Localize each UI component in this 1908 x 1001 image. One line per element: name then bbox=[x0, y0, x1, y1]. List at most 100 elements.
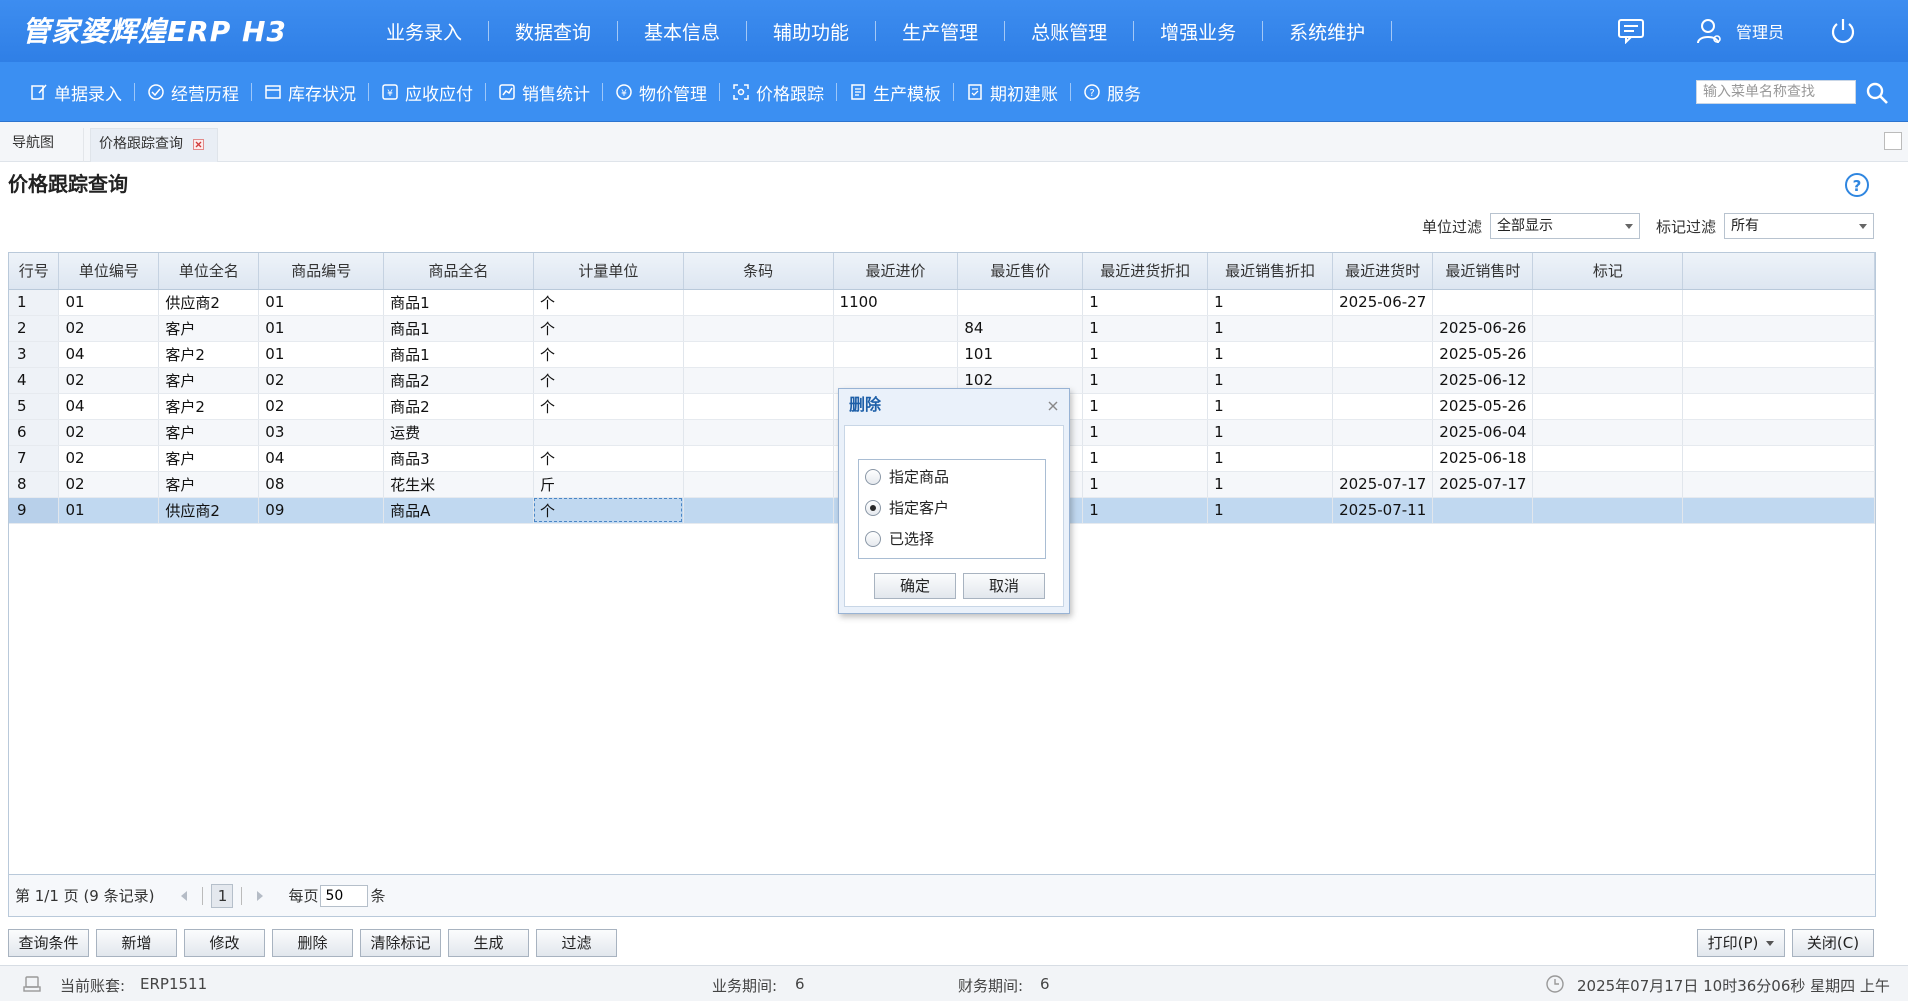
table-cell[interactable]: 04 bbox=[258, 445, 385, 472]
table-cell[interactable]: 84 bbox=[957, 315, 1084, 342]
column-header[interactable]: 标记 bbox=[1532, 253, 1684, 290]
chevron-down-icon[interactable] bbox=[1766, 941, 1775, 946]
main-nav-item-basic-info[interactable]: 基本信息 bbox=[618, 18, 746, 45]
column-header[interactable]: 最近进货时 bbox=[1332, 253, 1434, 290]
table-cell[interactable]: 运费 bbox=[383, 419, 534, 446]
row-number-cell[interactable]: 1 bbox=[9, 289, 60, 316]
main-nav-item-data-query[interactable]: 数据查询 bbox=[489, 18, 617, 45]
tool-production-template[interactable]: 生产模板 bbox=[837, 80, 953, 105]
table-cell[interactable]: 08 bbox=[258, 471, 385, 498]
message-icon[interactable] bbox=[1614, 14, 1648, 48]
filter-button[interactable]: 过滤 bbox=[536, 929, 617, 957]
column-header[interactable]: 最近进货折扣 bbox=[1082, 253, 1209, 290]
table-cell[interactable]: 1 bbox=[1082, 497, 1209, 524]
table-cell[interactable]: 商品2 bbox=[383, 367, 534, 394]
table-cell[interactable]: 02 bbox=[58, 367, 160, 394]
user-icon[interactable] bbox=[1692, 14, 1726, 48]
column-header[interactable]: 商品全名 bbox=[383, 253, 534, 290]
table-cell[interactable]: 02 bbox=[258, 367, 385, 394]
table-cell[interactable] bbox=[683, 341, 834, 368]
radio-selected[interactable]: 已选择 bbox=[865, 528, 934, 549]
table-row[interactable]: 1 01 供应商2 01 商品1 个 1100 1 1 2025-06-27 bbox=[9, 289, 1875, 316]
table-cell[interactable] bbox=[1332, 341, 1434, 368]
prev-page-icon[interactable] bbox=[176, 888, 192, 904]
table-cell[interactable] bbox=[1532, 341, 1684, 368]
table-cell[interactable]: 商品1 bbox=[383, 289, 534, 316]
close-icon[interactable] bbox=[193, 138, 205, 150]
table-cell[interactable] bbox=[683, 367, 834, 394]
table-cell[interactable] bbox=[1332, 315, 1434, 342]
column-header[interactable]: 单位编号 bbox=[58, 253, 160, 290]
table-cell[interactable]: 01 bbox=[258, 315, 385, 342]
tool-opening-ledger[interactable]: 期初建账 bbox=[954, 80, 1070, 105]
table-cell[interactable]: 02 bbox=[58, 471, 160, 498]
table-cell[interactable]: 个 bbox=[533, 445, 684, 472]
table-cell[interactable]: 客户 bbox=[158, 419, 260, 446]
table-cell[interactable] bbox=[683, 315, 834, 342]
table-cell[interactable]: 2025-05-26 bbox=[1432, 393, 1534, 420]
tool-price-management[interactable]: ¥ 物价管理 bbox=[603, 80, 719, 105]
table-cell[interactable]: 2025-06-18 bbox=[1432, 445, 1534, 472]
main-nav-item-production[interactable]: 生产管理 bbox=[876, 18, 1004, 45]
table-cell[interactable]: 1 bbox=[1207, 471, 1334, 498]
clear-marks-button[interactable]: 清除标记 bbox=[360, 929, 441, 957]
tool-document-entry[interactable]: 单据录入 bbox=[18, 80, 134, 105]
table-cell[interactable] bbox=[1332, 393, 1434, 420]
table-cell[interactable]: 1 bbox=[1207, 289, 1334, 316]
table-cell[interactable] bbox=[1682, 393, 1875, 420]
tool-inventory-status[interactable]: 库存状况 bbox=[252, 80, 368, 105]
table-cell[interactable]: 个 bbox=[533, 341, 684, 368]
table-cell[interactable]: 商品3 bbox=[383, 445, 534, 472]
table-cell[interactable]: 1 bbox=[1082, 445, 1209, 472]
table-cell[interactable]: 04 bbox=[58, 393, 160, 420]
table-cell[interactable]: 1100 bbox=[833, 289, 959, 316]
table-cell[interactable] bbox=[1532, 471, 1684, 498]
table-cell[interactable] bbox=[1532, 289, 1684, 316]
menu-search-input[interactable] bbox=[1696, 80, 1856, 104]
tool-receivable-payable[interactable]: ¥ 应收应付 bbox=[369, 80, 485, 105]
table-cell[interactable]: 1 bbox=[1082, 393, 1209, 420]
column-header[interactable]: 行号 bbox=[9, 253, 60, 290]
table-cell[interactable]: 商品1 bbox=[383, 341, 534, 368]
column-header[interactable]: 计量单位 bbox=[533, 253, 684, 290]
print-button[interactable]: 打印(P) bbox=[1697, 929, 1785, 957]
dialog-title-bar[interactable]: 删除 bbox=[839, 389, 1069, 423]
table-cell[interactable]: 1 bbox=[1207, 445, 1334, 472]
table-cell[interactable]: 商品2 bbox=[383, 393, 534, 420]
table-cell[interactable] bbox=[683, 419, 834, 446]
table-cell[interactable] bbox=[683, 497, 834, 524]
table-cell[interactable]: 02 bbox=[58, 419, 160, 446]
per-page-input[interactable] bbox=[320, 884, 369, 907]
table-cell[interactable]: 2025-07-17 bbox=[1432, 471, 1534, 498]
column-header[interactable]: 商品编号 bbox=[258, 253, 385, 290]
column-header[interactable]: 最近销售时 bbox=[1432, 253, 1534, 290]
table-cell[interactable] bbox=[1432, 497, 1534, 524]
table-cell[interactable]: 1 bbox=[1207, 497, 1334, 524]
mark-filter-select[interactable]: 所有 bbox=[1724, 213, 1874, 239]
table-cell[interactable]: 01 bbox=[58, 289, 160, 316]
table-cell[interactable] bbox=[1532, 419, 1684, 446]
table-cell[interactable] bbox=[1682, 497, 1875, 524]
column-header[interactable] bbox=[1682, 253, 1875, 290]
table-cell[interactable] bbox=[833, 315, 959, 342]
next-page-icon[interactable] bbox=[252, 888, 268, 904]
tab-navigation-map[interactable]: 导航图 bbox=[4, 128, 84, 162]
table-cell[interactable]: 1 bbox=[1082, 367, 1209, 394]
table-cell[interactable]: 01 bbox=[258, 341, 385, 368]
table-cell[interactable] bbox=[1332, 419, 1434, 446]
radio-specified-product[interactable]: 指定商品 bbox=[865, 466, 949, 487]
search-icon[interactable] bbox=[1864, 80, 1890, 106]
user-name[interactable]: 管理员 bbox=[1736, 19, 1784, 43]
table-cell[interactable]: 商品1 bbox=[383, 315, 534, 342]
confirm-button[interactable]: 确定 bbox=[874, 573, 956, 599]
main-nav-item-system[interactable]: 系统维护 bbox=[1263, 18, 1391, 45]
add-button[interactable]: 新增 bbox=[96, 929, 177, 957]
main-nav-item-enhanced[interactable]: 增强业务 bbox=[1134, 18, 1262, 45]
table-cell[interactable]: 2025-06-27 bbox=[1332, 289, 1434, 316]
table-cell[interactable]: 花生米 bbox=[383, 471, 534, 498]
table-cell[interactable]: 03 bbox=[258, 419, 385, 446]
column-header[interactable]: 最近进价 bbox=[833, 253, 959, 290]
table-cell[interactable]: 供应商2 bbox=[158, 497, 260, 524]
table-cell[interactable] bbox=[1532, 315, 1684, 342]
table-cell[interactable]: 1 bbox=[1082, 471, 1209, 498]
